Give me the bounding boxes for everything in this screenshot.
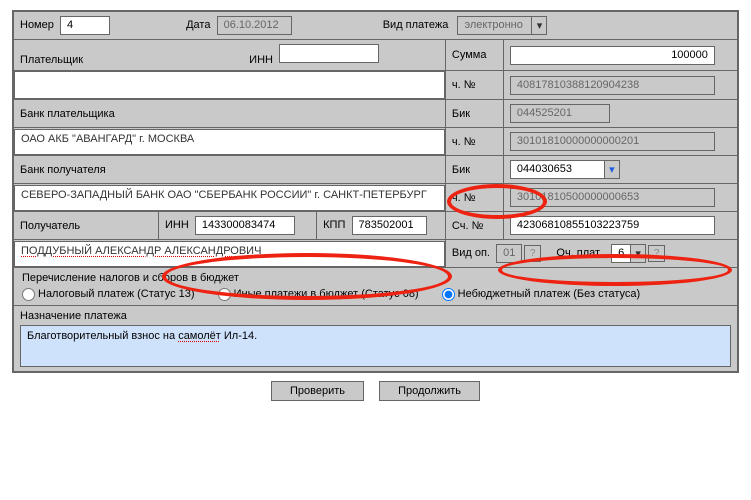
purpose-text-mark: самолёт <box>178 330 221 342</box>
number-label: Номер <box>20 19 54 31</box>
ptype-label: Вид платежа <box>383 19 449 31</box>
payee-acc-input[interactable]: 42306810855103223759 <box>510 216 715 235</box>
tax-header: Перечисление налогов и сборов в бюджет <box>22 272 729 284</box>
payee-kpp-input[interactable]: 783502001 <box>352 216 427 235</box>
purpose-text-post: Ил-14. <box>221 330 257 342</box>
och-label: Оч. плат. <box>556 247 602 259</box>
payer-inn-input[interactable] <box>279 44 379 63</box>
payee-bik-label: Бик <box>452 164 470 176</box>
help-icon[interactable]: ? <box>524 245 541 262</box>
tax-radio-13[interactable]: Налоговый платеж (Статус 13) <box>22 288 195 300</box>
tax-radio-08[interactable]: Иные платежи в бюджет (Статус 08) <box>218 288 419 300</box>
payee-bik-select[interactable]: 044030653 ▾ <box>510 160 620 179</box>
purpose-text-pre: Благотворительный взнос на <box>27 330 178 342</box>
vidop-input[interactable]: 01 <box>496 244 522 263</box>
purpose-label: Назначение платежа <box>20 310 731 322</box>
payee-name-textarea[interactable]: ПОДДУБНЫЙ АЛЕКСАНДР АЛЕКСАНДРОВИЧ <box>14 241 445 267</box>
payer-bank-acc-label: ч. № <box>452 136 476 148</box>
date-label: Дата <box>186 19 210 31</box>
tax-radio-none[interactable]: Небюджетный платеж (Без статуса) <box>442 288 641 300</box>
och-select[interactable]: 6 ▾ <box>611 244 646 263</box>
payer-acc-label: ч. № <box>452 79 476 91</box>
tax-radio-13-label: Налоговый платеж (Статус 13) <box>38 288 195 300</box>
sum-input[interactable]: 100000 <box>510 46 715 65</box>
payer-bank-name: ОАО АКБ "АВАНГАРД" г. МОСКВА <box>14 129 445 155</box>
vidop-label: Вид оп. <box>452 247 490 259</box>
chevron-down-icon: ▾ <box>532 16 547 35</box>
tax-radio-08-label: Иные платежи в бюджет (Статус 08) <box>234 288 419 300</box>
payee-bank-acc-input[interactable]: 30101810500000000653 <box>510 188 715 207</box>
och-value: 6 <box>611 244 631 263</box>
payer-bik-label: Бик <box>452 108 470 120</box>
payer-bik-input[interactable]: 044525201 <box>510 104 610 123</box>
check-button[interactable]: Проверить <box>271 381 364 401</box>
payee-kpp-label: КПП <box>323 219 345 231</box>
payer-name-textarea[interactable] <box>14 71 445 99</box>
payee-acc-label: Сч. № <box>452 220 483 232</box>
payee-inn-label: ИНН <box>165 219 189 231</box>
sum-label: Сумма <box>452 49 487 61</box>
number-input[interactable]: 4 <box>60 16 110 35</box>
chevron-down-icon: ▾ <box>605 160 620 179</box>
payee-bik-input[interactable]: 044030653 <box>510 160 605 179</box>
payee-inn-input[interactable]: 143300083474 <box>195 216 295 235</box>
purpose-textarea[interactable]: Благотворительный взнос на самолёт Ил-14… <box>20 325 731 367</box>
payee-bank-label: Банк получателя <box>20 164 106 176</box>
help-icon[interactable]: ? <box>648 245 665 262</box>
payee-bank-acc-label: ч. № <box>452 192 476 204</box>
continue-button[interactable]: Продолжить <box>379 381 480 401</box>
payer-inn-label: ИНН <box>249 54 273 66</box>
tax-radio-none-label: Небюджетный платеж (Без статуса) <box>458 288 641 300</box>
chevron-down-icon: ▾ <box>631 244 646 263</box>
payer-bank-label: Банк плательщика <box>20 108 115 120</box>
payee-name-text: ПОДДУБНЫЙ АЛЕКСАНДР АЛЕКСАНДРОВИЧ <box>21 245 261 257</box>
payer-label: Плательщик <box>20 54 83 66</box>
payee-bank-name: СЕВЕРО-ЗАПАДНЫЙ БАНК ОАО "СБЕРБАНК РОССИ… <box>14 185 445 211</box>
payer-acc-input[interactable]: 40817810388120904238 <box>510 76 715 95</box>
payee-label: Получатель <box>20 220 80 232</box>
date-input[interactable]: 06.10.2012 <box>217 16 292 35</box>
ptype-value: электронно <box>457 16 532 35</box>
ptype-select[interactable]: электронно ▾ <box>457 16 547 35</box>
payer-bank-acc-input[interactable]: 30101810000000000201 <box>510 132 715 151</box>
